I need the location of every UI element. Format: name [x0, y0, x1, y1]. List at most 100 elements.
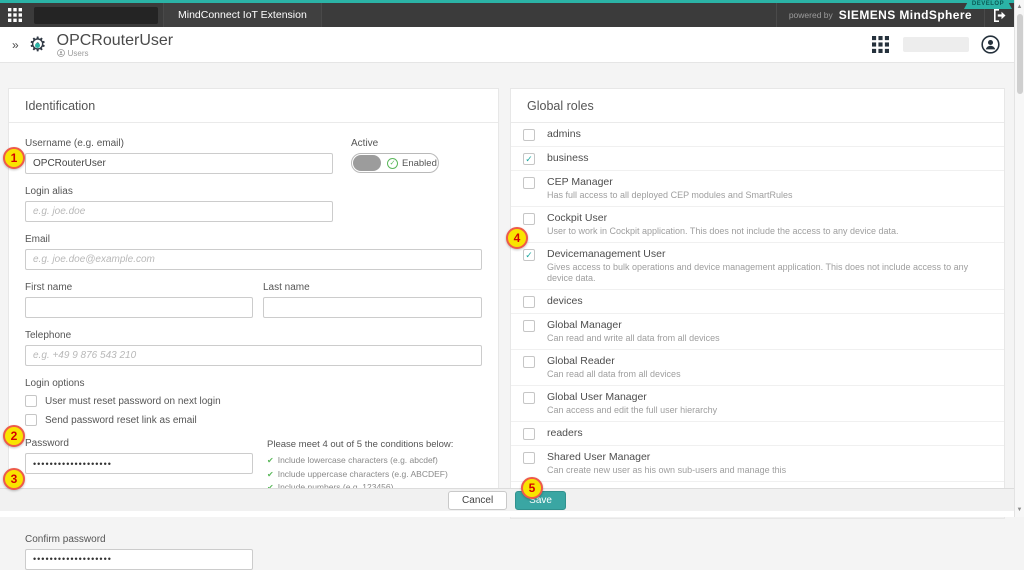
- role-text: Devicemanagement User Gives access to bu…: [547, 248, 988, 284]
- develop-ribbon-badge: DEVELOP: [964, 0, 1012, 9]
- role-description: User to work in Cockpit application. Thi…: [547, 226, 899, 237]
- first-name-input[interactable]: [25, 297, 253, 318]
- role-row[interactable]: devices: [511, 290, 1004, 314]
- role-checkbox[interactable]: [523, 213, 535, 225]
- last-name-input[interactable]: [263, 297, 482, 318]
- confirm-password-label: Confirm password: [25, 534, 253, 545]
- checkbox-icon[interactable]: [25, 395, 37, 407]
- login-option-row[interactable]: Send password reset link as email: [25, 414, 482, 426]
- users-icon: [57, 49, 65, 57]
- role-checkbox[interactable]: [523, 320, 535, 332]
- role-name: business: [547, 152, 588, 165]
- username-active-row: Username (e.g. email) Active ✓ Enabled: [25, 138, 482, 174]
- scrollbar-up-arrow[interactable]: ▲: [1015, 4, 1024, 10]
- confirm-password-input[interactable]: [25, 549, 253, 570]
- role-row[interactable]: readers: [511, 422, 1004, 446]
- role-checkbox[interactable]: [523, 177, 535, 189]
- role-name: CEP Manager: [547, 176, 792, 189]
- telephone-field: Telephone: [25, 330, 482, 366]
- app-launcher-button[interactable]: [0, 3, 30, 27]
- role-name: Shared User Manager: [547, 451, 786, 464]
- role-text: Global Manager Can read and write all da…: [547, 319, 720, 344]
- role-description: Can read and write all data from all dev…: [547, 333, 720, 344]
- login-alias-label: Login alias: [25, 186, 333, 197]
- scrollbar-thumb[interactable]: [1017, 14, 1023, 94]
- login-option-label: Send password reset link as email: [45, 415, 197, 426]
- role-row[interactable]: admins: [511, 123, 1004, 147]
- conditions-title: Please meet 4 out of 5 the conditions be…: [267, 439, 453, 450]
- password-input[interactable]: [25, 453, 253, 474]
- gear-icon: ⚙: [29, 35, 47, 55]
- app-switcher-icon[interactable]: [872, 36, 889, 53]
- role-checkbox[interactable]: [523, 428, 535, 440]
- active-label: Active: [351, 138, 439, 149]
- app-grid-icon: [8, 8, 22, 22]
- toggle-state-label: Enabled: [402, 158, 437, 169]
- scrollbar-down-arrow[interactable]: ▼: [1015, 507, 1024, 513]
- role-description: Can read all data from all devices: [547, 369, 681, 380]
- role-row[interactable]: business: [511, 147, 1004, 171]
- role-checkbox[interactable]: [523, 452, 535, 464]
- siemens-mindsphere-logo: SIEMENS MindSphere: [839, 8, 972, 22]
- role-text: Cockpit User User to work in Cockpit app…: [547, 212, 899, 237]
- role-row[interactable]: Cockpit User User to work in Cockpit app…: [511, 207, 1004, 243]
- annotation-badge-4: 4: [506, 227, 528, 249]
- role-checkbox[interactable]: [523, 392, 535, 404]
- password-label: Password: [25, 438, 253, 449]
- user-menu-icon[interactable]: [981, 35, 1000, 54]
- enabled-check-icon: ✓: [387, 158, 398, 169]
- vertical-scrollbar[interactable]: ▲ ▼: [1014, 0, 1024, 517]
- role-text: Global User Manager Can access and edit …: [547, 391, 717, 416]
- role-name: readers: [547, 427, 583, 440]
- role-checkbox[interactable]: [523, 249, 535, 261]
- annotation-badge-1: 1: [3, 147, 25, 169]
- annotation-badge-2: 2: [3, 425, 25, 447]
- page-header: » ⚙ OPCRouterUser Users: [0, 27, 1014, 63]
- page-title: OPCRouterUser: [57, 32, 173, 49]
- breadcrumb: Users: [57, 49, 173, 58]
- login-alias-input[interactable]: [25, 201, 333, 222]
- role-text: Shared User Manager Can create new user …: [547, 451, 786, 476]
- username-input[interactable]: [25, 153, 333, 174]
- footer-action-bar: Cancel Save: [0, 488, 1014, 511]
- green-check-icon: ✔: [267, 469, 274, 482]
- role-text: admins: [547, 128, 581, 141]
- cancel-button[interactable]: Cancel: [448, 491, 507, 510]
- role-row[interactable]: CEP Manager Has full access to all deplo…: [511, 171, 1004, 207]
- topbar-spacer: [322, 3, 776, 27]
- identification-panel: Identification Username (e.g. email) Act…: [8, 88, 499, 489]
- checkbox-icon[interactable]: [25, 414, 37, 426]
- brand-group: powered by SIEMENS MindSphere: [776, 3, 984, 27]
- logout-icon: [993, 9, 1007, 22]
- login-option-row[interactable]: User must reset password on next login: [25, 395, 482, 407]
- role-row[interactable]: Global User Manager Can access and edit …: [511, 386, 1004, 422]
- role-row[interactable]: Devicemanagement User Gives access to bu…: [511, 243, 1004, 290]
- app-tab-mindconnect[interactable]: MindConnect IoT Extension: [163, 3, 322, 27]
- role-row[interactable]: Global Manager Can read and write all da…: [511, 314, 1004, 350]
- role-description: Gives access to bulk operations and devi…: [547, 262, 988, 284]
- password-condition-item: ✔ Include lowercase characters (e.g. abc…: [267, 454, 453, 468]
- telephone-input[interactable]: [25, 345, 482, 366]
- role-text: CEP Manager Has full access to all deplo…: [547, 176, 792, 201]
- top-navigation-bar: MindConnect IoT Extension powered by SIE…: [0, 0, 1014, 27]
- confirm-password-field: Confirm password: [25, 534, 253, 570]
- telephone-label: Telephone: [25, 330, 482, 341]
- role-name: Global User Manager: [547, 391, 717, 404]
- condition-text: Include uppercase characters (e.g. ABCDE…: [278, 468, 448, 481]
- role-checkbox[interactable]: [523, 129, 535, 141]
- role-row[interactable]: Shared User Manager Can create new user …: [511, 446, 1004, 482]
- email-input[interactable]: [25, 249, 482, 270]
- breadcrumb-expand-icon[interactable]: »: [12, 38, 19, 52]
- role-text: business: [547, 152, 588, 165]
- role-row[interactable]: Global Reader Can read all data from all…: [511, 350, 1004, 386]
- breadcrumb-users-label: Users: [68, 49, 89, 58]
- role-checkbox[interactable]: [523, 296, 535, 308]
- password-condition-item: ✔ Include uppercase characters (e.g. ABC…: [267, 468, 453, 482]
- login-options-group: Login options User must reset password o…: [25, 378, 482, 426]
- active-toggle[interactable]: ✓ Enabled: [351, 153, 439, 173]
- role-checkbox[interactable]: [523, 153, 535, 165]
- role-name: Devicemanagement User: [547, 248, 988, 261]
- role-name: Global Manager: [547, 319, 720, 332]
- role-checkbox[interactable]: [523, 356, 535, 368]
- title-box: OPCRouterUser Users: [57, 32, 173, 58]
